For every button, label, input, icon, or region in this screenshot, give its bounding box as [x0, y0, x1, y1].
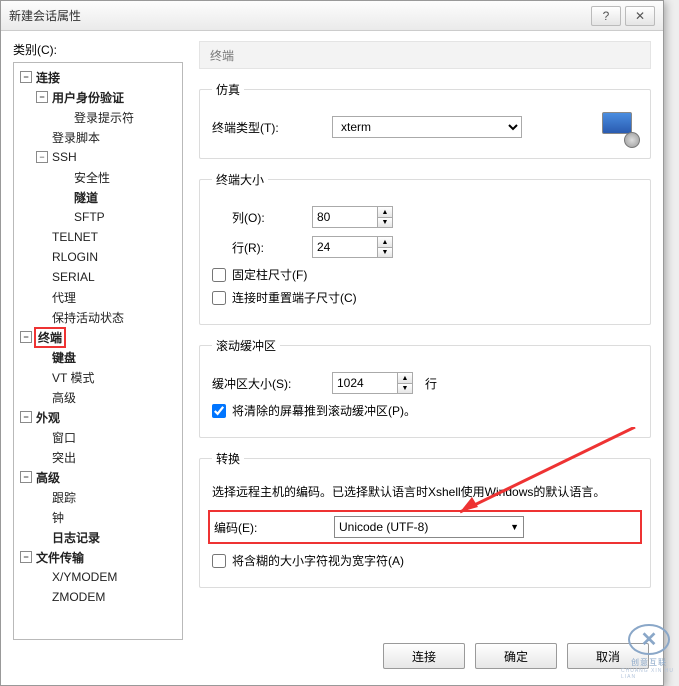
tree-filetransfer[interactable]: −文件传输: [14, 547, 182, 567]
termsize-legend: 终端大小: [212, 171, 268, 188]
push-cleared-label: 将清除的屏幕推到滚动缓冲区(P)。: [232, 402, 416, 419]
scrollback-legend: 滚动缓冲区: [212, 337, 280, 354]
ok-button[interactable]: 确定: [475, 643, 557, 669]
tree-serial[interactable]: SERIAL: [14, 267, 182, 287]
rows-label: 行(R):: [212, 239, 312, 256]
conversion-hint: 选择远程主机的编码。已选择默认语言时Xshell使用Windows的默认语言。: [212, 483, 638, 500]
dialog-window: 新建会话属性 ? ✕ 类别(C): −连接 −用户身份验证 登录提示符 登录脚本…: [0, 0, 664, 686]
category-label: 类别(C):: [13, 41, 183, 58]
buffer-unit: 行: [425, 375, 437, 392]
tree-sftp[interactable]: SFTP: [14, 207, 182, 227]
rows-input[interactable]: [312, 236, 378, 258]
tree-ssh[interactable]: −SSH: [14, 147, 182, 167]
spin-up-icon[interactable]: ▲: [397, 372, 413, 383]
annotation-arrow-icon: [450, 427, 650, 522]
tree-highlight[interactable]: 突出: [14, 447, 182, 467]
spin-up-icon[interactable]: ▲: [377, 236, 393, 247]
buffer-size-input[interactable]: [332, 372, 398, 394]
scrollback-group: 滚动缓冲区 缓冲区大小(S): ▲▼ 行 将清除的屏幕推到滚动缓冲区(P)。: [199, 337, 651, 438]
encoding-select[interactable]: Unicode (UTF-8) ▼: [334, 516, 524, 538]
tree-connection[interactable]: −连接: [14, 67, 182, 87]
close-button[interactable]: ✕: [625, 6, 655, 26]
terminal-type-select[interactable]: xterm: [332, 116, 522, 138]
tree-rlogin[interactable]: RLOGIN: [14, 247, 182, 267]
logo-icon: ✕: [628, 624, 670, 655]
tree-terminal[interactable]: −终端: [14, 327, 182, 347]
tree-advanced2[interactable]: −高级: [14, 467, 182, 487]
tree-security[interactable]: 安全性: [14, 167, 182, 187]
reset-on-connect-checkbox[interactable]: [212, 291, 226, 305]
section-header: 终端: [199, 41, 651, 69]
tree-login-script[interactable]: 登录脚本: [14, 127, 182, 147]
tree-window[interactable]: 窗口: [14, 427, 182, 447]
connect-button[interactable]: 连接: [383, 643, 465, 669]
dialog-footer: 连接 确定 取消: [1, 636, 663, 676]
spin-down-icon[interactable]: ▼: [377, 247, 393, 258]
buffer-size-label: 缓冲区大小(S):: [212, 375, 332, 392]
tree-appearance[interactable]: −外观: [14, 407, 182, 427]
cols-label: 列(O):: [212, 209, 312, 226]
tree-trace[interactable]: 跟踪: [14, 487, 182, 507]
ambiguous-wide-label: 将含糊的大小字符视为宽字符(A): [232, 552, 404, 569]
tree-proxy[interactable]: 代理: [14, 287, 182, 307]
tree-vt[interactable]: VT 模式: [14, 367, 182, 387]
encoding-highlight: 编码(E): Unicode (UTF-8) ▼: [208, 510, 642, 544]
help-button[interactable]: ?: [591, 6, 621, 26]
buffer-spinner[interactable]: ▲▼: [397, 372, 413, 394]
reset-on-connect-label: 连接时重置端子尺寸(C): [232, 289, 357, 306]
tree-keepalive[interactable]: 保持活动状态: [14, 307, 182, 327]
collapse-icon[interactable]: −: [36, 151, 48, 163]
highlight-terminal: 终端: [34, 327, 66, 348]
terminal-icon: [602, 112, 638, 146]
rows-spinner[interactable]: ▲▼: [377, 236, 393, 258]
collapse-icon[interactable]: −: [20, 411, 32, 423]
collapse-icon[interactable]: −: [20, 471, 32, 483]
tree-bell[interactable]: 钟: [14, 507, 182, 527]
spin-down-icon[interactable]: ▼: [397, 383, 413, 394]
collapse-icon[interactable]: −: [20, 331, 32, 343]
collapse-icon[interactable]: −: [20, 71, 32, 83]
ambiguous-wide-checkbox[interactable]: [212, 554, 226, 568]
terminal-size-group: 终端大小 列(O): ▲▼ 行(R): ▲▼ 固定柱尺寸(F) 连接时重置端子尺…: [199, 171, 651, 325]
watermark-logo: ✕ 创意互联 CHUANG XIN HU LIAN: [621, 624, 677, 680]
collapse-icon[interactable]: −: [20, 551, 32, 563]
dialog-title: 新建会话属性: [9, 7, 587, 24]
tree-auth[interactable]: −用户身份验证: [14, 87, 182, 107]
tree-tunnel[interactable]: 隧道: [14, 187, 182, 207]
encoding-value: Unicode (UTF-8): [339, 520, 428, 534]
category-tree[interactable]: −连接 −用户身份验证 登录提示符 登录脚本 −SSH 安全性 隧道 SFTP: [13, 62, 183, 640]
conversion-legend: 转换: [212, 450, 244, 467]
tree-zmodem[interactable]: ZMODEM: [14, 587, 182, 607]
tree-telnet[interactable]: TELNET: [14, 227, 182, 247]
fixed-cols-checkbox[interactable]: [212, 268, 226, 282]
tree-logging[interactable]: 日志记录: [14, 527, 182, 547]
tree-advanced[interactable]: 高级: [14, 387, 182, 407]
tree-login-prompt[interactable]: 登录提示符: [14, 107, 182, 127]
fixed-cols-label: 固定柱尺寸(F): [232, 266, 307, 283]
terminal-type-label: 终端类型(T):: [212, 119, 332, 136]
spin-up-icon[interactable]: ▲: [377, 206, 393, 217]
conversion-group: 转换 选择远程主机的编码。已选择默认语言时Xshell使用Windows的默认语…: [199, 450, 651, 588]
titlebar: 新建会话属性 ? ✕: [1, 1, 663, 31]
cols-input[interactable]: [312, 206, 378, 228]
spin-down-icon[interactable]: ▼: [377, 217, 393, 228]
cols-spinner[interactable]: ▲▼: [377, 206, 393, 228]
tree-keyboard[interactable]: 键盘: [14, 347, 182, 367]
encoding-label: 编码(E):: [214, 519, 334, 536]
emulation-group: 仿真 终端类型(T): xterm: [199, 81, 651, 159]
tree-xymodem[interactable]: X/YMODEM: [14, 567, 182, 587]
chevron-down-icon: ▼: [510, 522, 519, 532]
collapse-icon[interactable]: −: [36, 91, 48, 103]
emulation-legend: 仿真: [212, 81, 244, 98]
push-cleared-checkbox[interactable]: [212, 404, 226, 418]
